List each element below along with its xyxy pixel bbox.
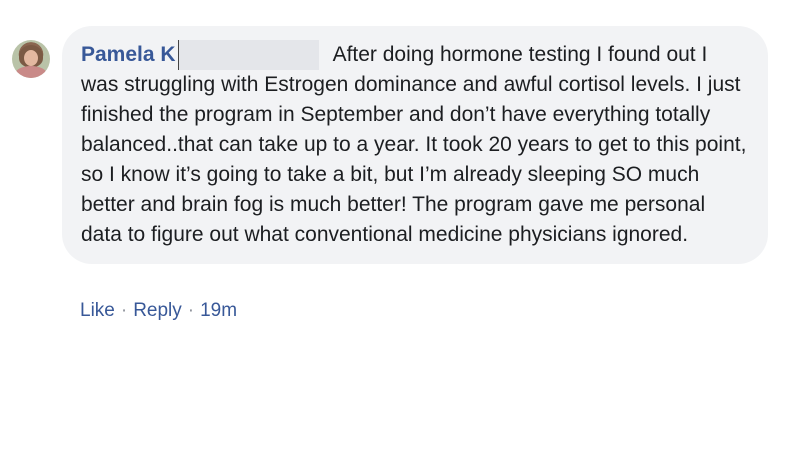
avatar-face (24, 50, 38, 66)
comment-bubble: Pamela K After doing hormone testing I fo… (62, 26, 768, 264)
reply-link[interactable]: Reply (133, 300, 182, 321)
comment-text: After doing hormone testing I found out … (81, 43, 747, 246)
like-link[interactable]: Like (80, 300, 115, 321)
timestamp-link[interactable]: 19m (200, 300, 237, 321)
separator: · (120, 300, 128, 321)
separator: · (187, 300, 195, 321)
avatar-shoulders (15, 66, 47, 78)
author-name[interactable]: Pamela K (81, 43, 176, 66)
avatar[interactable] (12, 40, 50, 78)
comment-actions: Like · Reply · 19m (80, 300, 237, 322)
redacted-name-box (177, 40, 319, 70)
